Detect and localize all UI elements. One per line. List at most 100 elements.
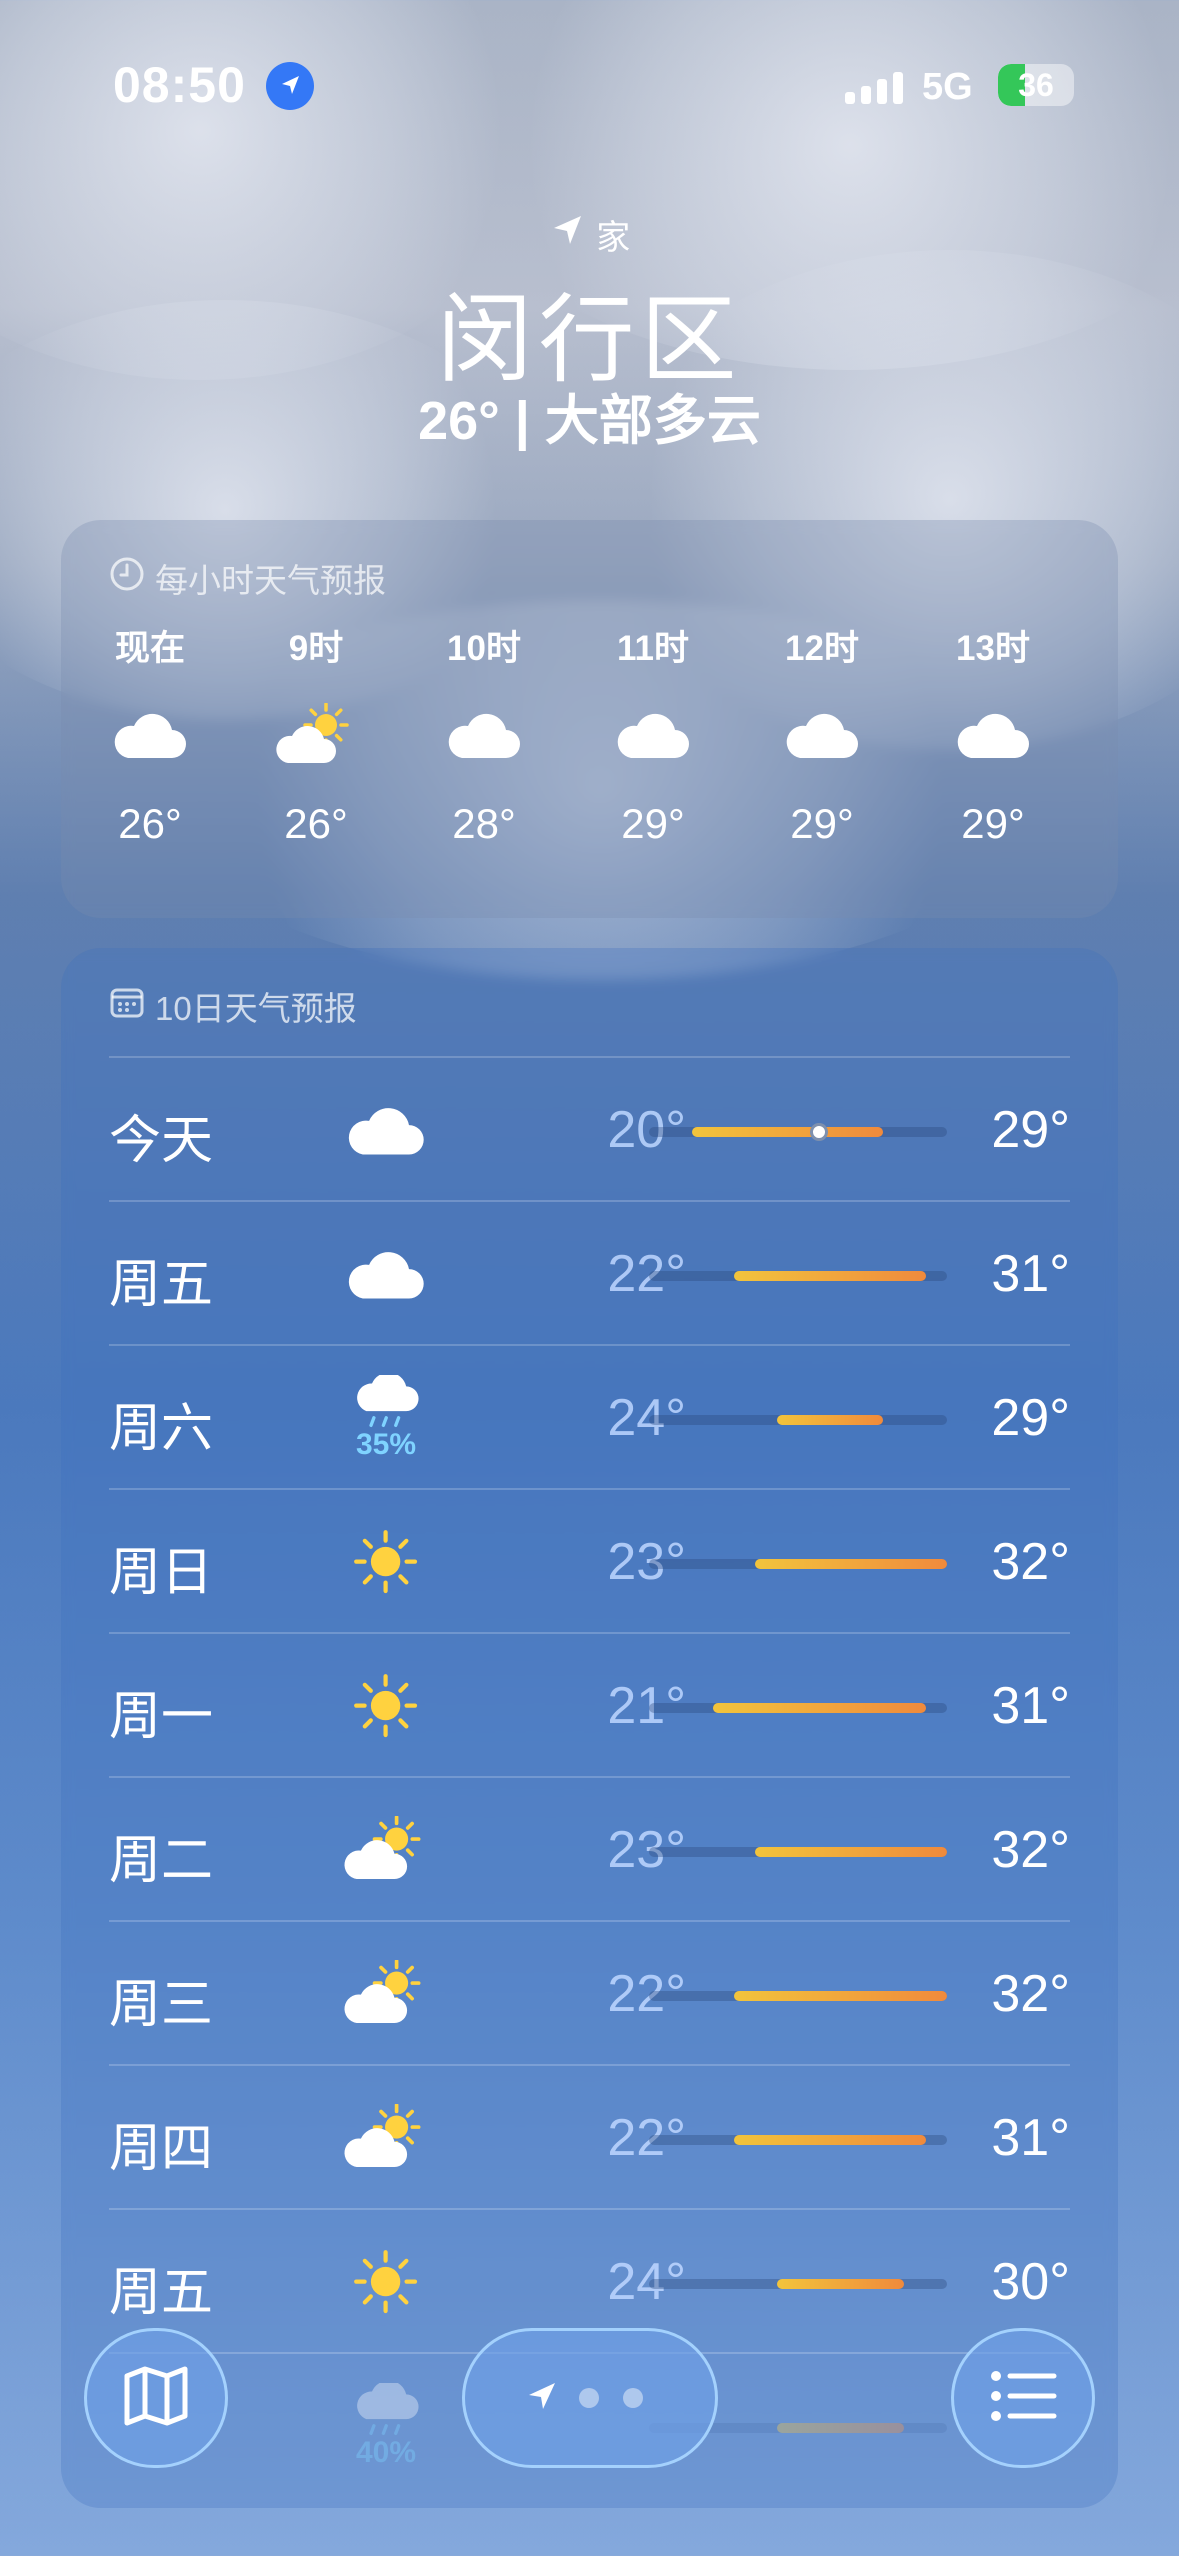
list-icon <box>988 2368 1058 2429</box>
hour-temp: 29° <box>961 800 1025 847</box>
hourly-forecast-card[interactable]: 每小时天气预报 现在 26° 9时 26° 10时 28° 11时 29° 12时 29… <box>61 520 1118 918</box>
high-temp: 32° <box>991 1965 1070 2023</box>
hourly-item: 13时 29° <box>918 620 1068 848</box>
high-temp: 32° <box>991 1821 1070 1879</box>
temperature-range-fill <box>691 1127 884 1137</box>
day-label: 周五 <box>109 2264 214 2322</box>
partly-sunny-icon <box>331 1798 441 1902</box>
partly-sunny-icon <box>331 1942 441 2046</box>
high-temp: 31° <box>991 1245 1070 1303</box>
current-location-page-icon[interactable] <box>525 2379 559 2418</box>
high-temp: 31° <box>991 1677 1070 1735</box>
network-type: 5G <box>922 66 973 108</box>
clock-icon <box>109 556 145 600</box>
day-row[interactable]: 周六 35% 24° 29° <box>61 1346 1118 1490</box>
hourly-forecast-title: 每小时天气预报 <box>109 554 386 602</box>
hourly-item: 11时 29° <box>578 620 728 848</box>
partly-sunny-icon <box>241 670 391 800</box>
day-label: 今天 <box>109 1112 214 1170</box>
day-row[interactable]: 周四 22° 31° <box>61 2066 1118 2210</box>
temperature-range-fill <box>776 1415 884 1425</box>
page-dot[interactable] <box>579 2388 599 2408</box>
hour-temp: 29° <box>621 800 685 847</box>
temperature-range-bar <box>649 2135 947 2145</box>
high-temp: 30° <box>991 2253 1070 2311</box>
cellular-signal-icon <box>845 70 905 104</box>
current-temp-marker <box>810 1123 829 1141</box>
temperature-range-fill <box>755 1559 947 1569</box>
hour-label: 10时 <box>447 629 521 668</box>
day-label: 周五 <box>109 1256 214 1314</box>
current-conditions: 26° | 大部多云 <box>418 391 761 451</box>
day-row[interactable]: 周五 22° 31° <box>61 1202 1118 1346</box>
temperature-range-bar <box>649 1415 947 1425</box>
precipitation-chance: 35% <box>355 1427 417 1461</box>
page-indicator[interactable] <box>462 2328 718 2468</box>
day-row[interactable]: 周一 21° 31° <box>61 1634 1118 1778</box>
temperature-range-fill <box>712 1703 926 1713</box>
battery-percentage: 36 <box>1018 67 1054 103</box>
sun-icon <box>331 1510 441 1614</box>
day-row[interactable]: 周三 22° 32° <box>61 1922 1118 2066</box>
calendar-icon <box>109 984 145 1028</box>
sun-icon <box>331 2230 441 2334</box>
cloud-icon <box>409 670 559 800</box>
ten-day-forecast-title: 10日天气预报 <box>109 982 357 1030</box>
temperature-range-bar <box>649 1703 947 1713</box>
high-temp: 29° <box>991 1101 1070 1159</box>
temperature-range-bar <box>649 1559 947 1569</box>
cloud-icon <box>75 670 225 800</box>
precipitation-chance: 40% <box>355 2435 417 2469</box>
temperature-range-fill <box>734 1991 947 2001</box>
rain-cloud-icon: 40% <box>331 2374 441 2478</box>
day-label: 周日 <box>109 1544 214 1602</box>
day-label: 周二 <box>109 1832 214 1890</box>
temperature-range-bar <box>649 1991 947 2001</box>
hour-label: 11时 <box>617 629 689 668</box>
hourly-item: 10时 28° <box>409 620 559 848</box>
temperature-range-fill <box>755 1847 947 1857</box>
location-list-button[interactable] <box>951 2328 1095 2468</box>
home-label: 家 <box>596 219 631 257</box>
high-temp: 29° <box>991 1389 1070 1447</box>
battery-icon: 36 <box>998 64 1074 106</box>
hour-label: 现在 <box>114 629 185 668</box>
temperature-range-fill <box>776 2423 905 2433</box>
hour-temp: 28° <box>452 800 516 847</box>
location-arrow-icon <box>549 211 587 258</box>
day-label: 周一 <box>109 1688 214 1746</box>
hourly-item: 12时 29° <box>747 620 897 848</box>
day-row[interactable]: 今天 20° 29° <box>61 1058 1118 1202</box>
hour-label: 9时 <box>288 629 344 668</box>
map-icon <box>121 2364 191 2433</box>
temperature-range-fill <box>734 2135 926 2145</box>
sun-icon <box>331 1654 441 1758</box>
hour-label: 12时 <box>785 629 859 668</box>
temperature-range-bar <box>649 1123 947 1141</box>
ten-day-forecast-card[interactable]: 10日天气预报 今天 20° 29° 周五 22° 31° 周六 35% 24° 2… <box>61 948 1118 2508</box>
cloud-icon <box>918 670 1068 800</box>
day-row[interactable]: 周日 23° 32° <box>61 1490 1118 1634</box>
temperature-range-bar <box>649 2279 947 2289</box>
cloud-icon <box>331 1078 441 1182</box>
location-services-icon <box>266 62 314 110</box>
map-button[interactable] <box>84 2328 228 2468</box>
temperature-range-bar <box>649 1847 947 1857</box>
temperature-range-fill <box>776 2279 905 2289</box>
hour-temp: 29° <box>790 800 854 847</box>
day-label: 周三 <box>109 1976 214 2034</box>
cloud-icon <box>747 670 897 800</box>
day-label: 周六 <box>109 1400 214 1458</box>
temperature-range-fill <box>734 1271 926 1281</box>
clock: 08:50 <box>113 57 246 113</box>
cloud-icon <box>331 1222 441 1326</box>
high-temp: 31° <box>991 2109 1070 2167</box>
temperature-range-bar <box>649 1271 947 1281</box>
high-temp: 32° <box>991 1533 1070 1591</box>
page-dot[interactable] <box>623 2388 643 2408</box>
day-row[interactable]: 周二 23° 32° <box>61 1778 1118 1922</box>
home-location-label: 家 <box>0 210 1179 259</box>
hourly-item: 9时 26° <box>241 620 391 848</box>
hour-temp: 26° <box>284 800 348 847</box>
status-bar: 08:50 5G 36 <box>0 56 1179 116</box>
